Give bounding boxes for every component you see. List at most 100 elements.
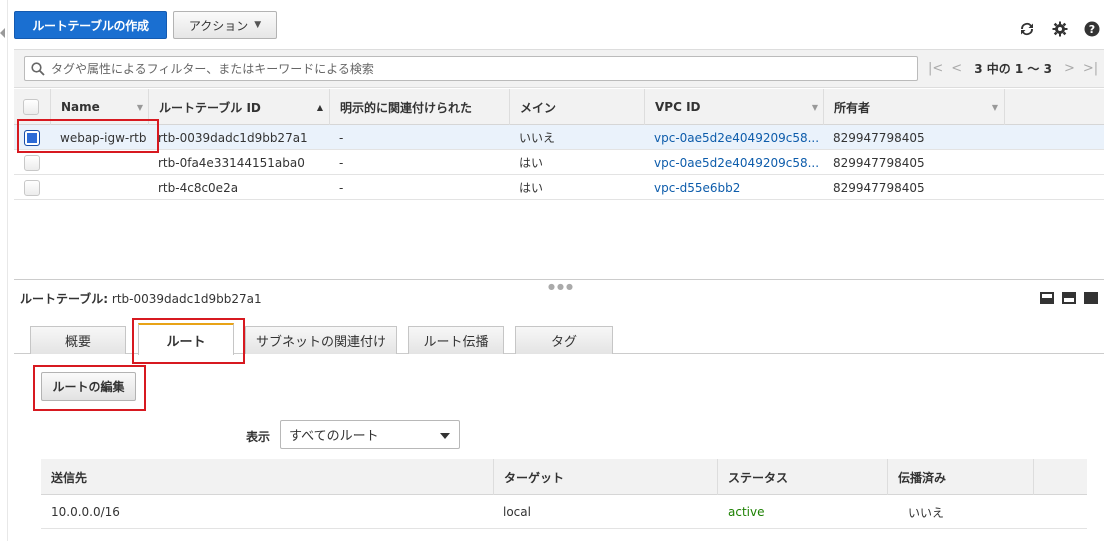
column-label: 明示的に関連付けられた [340, 100, 473, 115]
row-checkbox[interactable] [24, 154, 40, 171]
column-header-target[interactable]: ターゲット [493, 459, 718, 495]
search-input[interactable] [51, 59, 911, 78]
cell-vpc-link[interactable]: vpc-0ae5d2e4049209c58... [654, 150, 819, 175]
toolbar-icons: ? [1018, 20, 1100, 38]
detail-tabs: 概要 ルート サブネットの関連付け ルート伝播 タグ [14, 323, 1104, 355]
column-label: ルートテーブル ID [159, 100, 261, 115]
cell-explicit: - [339, 130, 344, 145]
cell-explicit: - [339, 180, 344, 195]
cell-vpc-link[interactable]: vpc-0ae5d2e4049209c58... [654, 125, 819, 150]
detail-title-label: ルートテーブル: [20, 292, 109, 306]
search-icon [31, 62, 45, 79]
help-icon[interactable]: ? [1084, 21, 1100, 37]
cell-owner: 829947798405 [833, 180, 925, 195]
cell-name: webap-igw-rtb [60, 130, 147, 145]
table-row[interactable]: rtb-4c8c0e2a - はい vpc-d55e6bb2 829947798… [14, 175, 1104, 200]
routes-table-header: 送信先 ターゲット ステータス 伝播済み [41, 459, 1087, 495]
cell-destination: 10.0.0.0/16 [51, 505, 120, 519]
cell-main: いいえ [519, 131, 556, 145]
page-range-text: 3 中の 1 〜 3 [974, 62, 1052, 76]
row-checkbox[interactable] [24, 129, 40, 146]
column-header-spacer [1004, 89, 1104, 125]
table-row[interactable]: rtb-0fa4e33144151aba0 - はい vpc-0ae5d2e40… [14, 150, 1104, 175]
column-header-propagated[interactable]: 伝播済み [887, 459, 1033, 495]
detail-title-value: rtb-0039dadc1d9bb27a1 [111, 292, 262, 306]
layout-switcher [1040, 292, 1098, 304]
edit-routes-button[interactable]: ルートの編集 [41, 372, 136, 401]
row-checkbox-cell [24, 125, 40, 150]
view-filter-label: 表示 [246, 430, 271, 444]
route-tables-table: Name ▼ ルートテーブル ID ▲ 明示的に関連付けられた メイン VPC ID… [14, 89, 1104, 200]
panel-splitter[interactable] [14, 279, 1104, 280]
gear-icon[interactable] [1052, 21, 1068, 37]
tab-route-propagation[interactable]: ルート伝播 [408, 326, 504, 354]
column-header-destination[interactable]: 送信先 [51, 459, 491, 495]
sort-down-icon[interactable]: ▼ [812, 103, 818, 112]
detail-title: ルートテーブル: rtb-0039dadc1d9bb27a1 [20, 290, 262, 307]
prev-page-icon[interactable]: < [951, 61, 962, 76]
cell-status: active [728, 505, 765, 519]
table-row: 10.0.0.0/16 local active いいえ [41, 495, 1087, 529]
cell-owner: 829947798405 [833, 130, 925, 145]
row-checkbox[interactable] [24, 179, 40, 196]
column-header-main[interactable]: メイン [509, 89, 645, 125]
column-label: Name [61, 100, 100, 114]
column-header-vpc-id[interactable]: VPC ID ▼ [644, 89, 824, 125]
select-all-cell [23, 89, 53, 125]
cell-route-table-id: rtb-0fa4e33144151aba0 [158, 155, 305, 170]
collapse-caret-icon[interactable] [0, 28, 5, 38]
cell-propagated: いいえ [908, 505, 945, 520]
column-header-status[interactable]: ステータス [717, 459, 887, 495]
column-label: メイン [520, 100, 557, 115]
cell-name [60, 175, 150, 200]
select-all-checkbox[interactable] [23, 99, 39, 115]
search-box[interactable] [24, 56, 918, 81]
refresh-icon[interactable] [1018, 20, 1036, 38]
sort-down-icon[interactable]: ▼ [137, 103, 143, 112]
column-header-spacer [1033, 459, 1087, 495]
column-header-route-table-id[interactable]: ルートテーブル ID ▲ [148, 89, 329, 125]
column-header-owner[interactable]: 所有者 ▼ [823, 89, 1004, 125]
cell-main: はい [519, 156, 544, 170]
layout-full-icon[interactable] [1084, 292, 1098, 304]
first-page-icon[interactable]: |< [928, 61, 943, 76]
view-filter-value: すべてのルート [289, 429, 379, 444]
next-page-icon[interactable]: > [1064, 61, 1075, 76]
column-label: VPC ID [655, 100, 701, 114]
routes-table: 送信先 ターゲット ステータス 伝播済み 10.0.0.0/16 local a… [41, 459, 1087, 529]
table-header: Name ▼ ルートテーブル ID ▲ 明示的に関連付けられた メイン VPC ID… [14, 89, 1104, 125]
cell-target: local [503, 505, 531, 519]
pagination: |< < 3 中の 1 〜 3 > >| [928, 60, 1098, 77]
table-row[interactable]: webap-igw-rtb rtb-0039dadc1d9bb27a1 - いい… [14, 125, 1104, 150]
cell-explicit: - [339, 155, 344, 170]
row-checkbox-cell [24, 175, 40, 200]
actions-button[interactable]: アクション ▼ [173, 11, 277, 39]
chevron-down-icon: ▼ [254, 20, 262, 30]
tab-routes[interactable]: ルート [138, 323, 234, 355]
side-panel-edge[interactable] [0, 0, 8, 541]
view-filter-select[interactable]: すべてのルート [280, 420, 460, 449]
layout-bottom-icon[interactable] [1040, 292, 1054, 304]
filter-bar: |< < 3 中の 1 〜 3 > >| [14, 49, 1104, 88]
actions-label: アクション [188, 18, 249, 33]
cell-main: はい [519, 181, 544, 195]
column-label: 所有者 [834, 100, 871, 115]
column-header-explicit[interactable]: 明示的に関連付けられた [329, 89, 509, 125]
last-page-icon[interactable]: >| [1083, 61, 1098, 76]
column-header-name[interactable]: Name ▼ [50, 89, 149, 125]
cell-route-table-id: rtb-4c8c0e2a [158, 180, 239, 195]
splitter-grip-icon[interactable]: ●●● [548, 282, 575, 291]
tab-tags[interactable]: タグ [515, 326, 613, 354]
cell-name [60, 150, 150, 175]
sort-down-icon[interactable]: ▼ [992, 103, 998, 112]
layout-split-icon[interactable] [1062, 292, 1076, 304]
tab-overview[interactable]: 概要 [30, 326, 126, 354]
row-checkbox-cell [24, 150, 40, 175]
dropdown-arrow-icon [440, 433, 450, 439]
cell-owner: 829947798405 [833, 155, 925, 170]
cell-vpc-link[interactable]: vpc-d55e6bb2 [654, 175, 819, 200]
sort-up-icon[interactable]: ▲ [317, 103, 323, 112]
tab-subnet-associations[interactable]: サブネットの関連付け [245, 326, 397, 354]
svg-text:?: ? [1089, 23, 1095, 36]
create-route-table-button[interactable]: ルートテーブルの作成 [14, 11, 167, 39]
